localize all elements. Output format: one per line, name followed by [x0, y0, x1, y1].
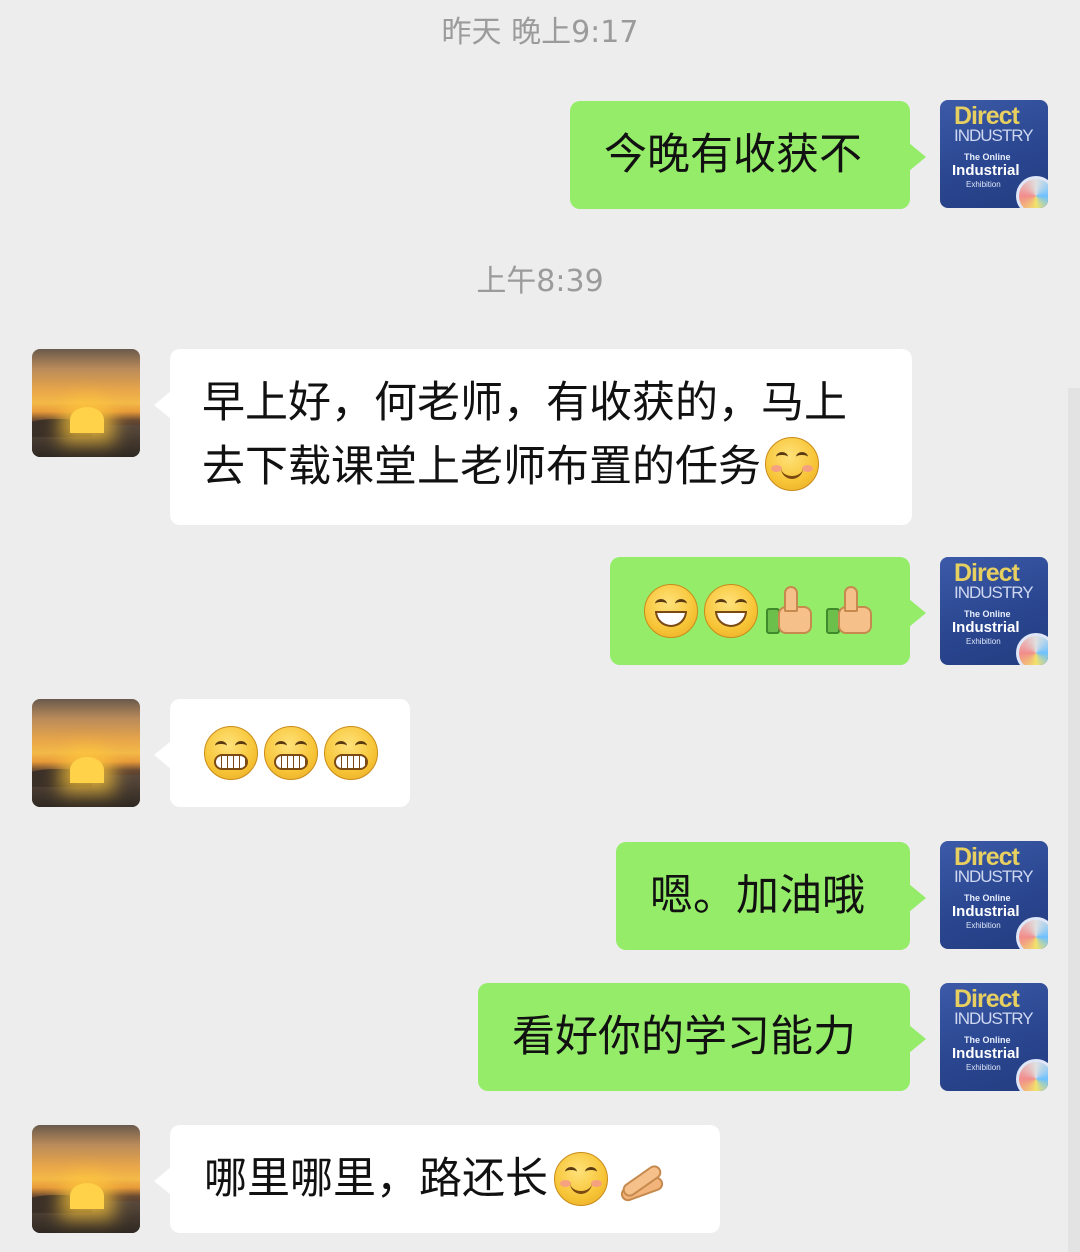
grimacing-face-icon — [264, 726, 318, 780]
disc-icon — [1016, 1059, 1048, 1091]
friend-avatar[interactable] — [32, 699, 140, 807]
thumbs-up-icon — [824, 584, 878, 638]
scrollbar[interactable] — [1068, 388, 1080, 1252]
message-bubble-outgoing[interactable]: 嗯。加油哦 — [616, 842, 926, 950]
avatar-logo-text: Exhibition — [966, 637, 1001, 646]
avatar-logo-text: The Online — [964, 609, 1011, 619]
avatar-logo-text: The Online — [964, 152, 1011, 162]
disc-icon — [1016, 917, 1048, 949]
message-bubble-outgoing[interactable] — [610, 557, 926, 665]
message-text: 哪里哪里，路还长 — [204, 1154, 548, 1204]
avatar-logo-text: Industrial — [952, 1045, 1020, 1062]
my-avatar[interactable]: Direct INDUSTRY The Online Industrial Ex… — [940, 557, 1048, 665]
avatar-logo-text: The Online — [964, 893, 1011, 903]
timestamp: 上午8:39 — [476, 264, 604, 299]
my-avatar[interactable]: Direct INDUSTRY The Online Industrial Ex… — [940, 983, 1048, 1091]
avatar-logo-text: Industrial — [952, 162, 1020, 179]
disc-icon — [1016, 176, 1048, 208]
avatar-logo-text: Exhibition — [966, 1063, 1001, 1072]
avatar-logo-text: Industrial — [952, 903, 1020, 920]
grimacing-face-icon — [324, 726, 378, 780]
grinning-face-icon — [644, 584, 698, 638]
sunset-icon — [70, 1183, 104, 1209]
message-bubble-incoming[interactable]: 早上好，何老师，有收获的，马上去下载课堂上老师布置的任务 — [154, 349, 912, 525]
sunset-icon — [70, 407, 104, 433]
message-text: 早上好，何老师，有收获的，马上去下载课堂上老师布置的任务 — [202, 378, 847, 492]
smiling-face-with-blush-icon — [554, 1152, 608, 1206]
avatar-logo-text: Exhibition — [966, 180, 1001, 189]
message-bubble-outgoing[interactable]: 看好你的学习能力 — [478, 983, 926, 1091]
message-text: 看好你的学习能力 — [512, 1012, 856, 1062]
message-bubble-incoming[interactable]: 哪里哪里，路还长 — [154, 1125, 720, 1233]
avatar-logo-text: Industrial — [952, 619, 1020, 636]
avatar-logo-text: INDUSTRY — [954, 583, 1034, 602]
grinning-face-icon — [704, 584, 758, 638]
message-bubble-outgoing[interactable]: 今晚有收获不 — [570, 101, 926, 209]
avatar-logo-text: INDUSTRY — [954, 126, 1034, 145]
disc-icon — [1016, 633, 1048, 665]
friend-avatar[interactable] — [32, 349, 140, 457]
friend-avatar[interactable] — [32, 1125, 140, 1233]
thumbs-up-icon — [764, 584, 818, 638]
timestamp: 昨天 晚上9:17 — [441, 15, 639, 50]
sunset-icon — [70, 757, 104, 783]
avatar-logo-text: INDUSTRY — [954, 867, 1034, 886]
my-avatar[interactable]: Direct INDUSTRY The Online Industrial Ex… — [940, 841, 1048, 949]
message-text: 今晚有收获不 — [604, 130, 862, 180]
message-bubble-incoming[interactable] — [154, 699, 410, 807]
avatar-logo-text: INDUSTRY — [954, 1009, 1034, 1028]
avatar-logo-text: Exhibition — [966, 921, 1001, 930]
grimacing-face-icon — [204, 726, 258, 780]
clasping-hands-icon — [614, 1152, 668, 1206]
smiling-face-with-blush-icon — [765, 437, 819, 491]
avatar-logo-text: The Online — [964, 1035, 1011, 1045]
message-text: 嗯。加油哦 — [650, 871, 865, 921]
my-avatar[interactable]: Direct INDUSTRY The Online Industrial Ex… — [940, 100, 1048, 208]
